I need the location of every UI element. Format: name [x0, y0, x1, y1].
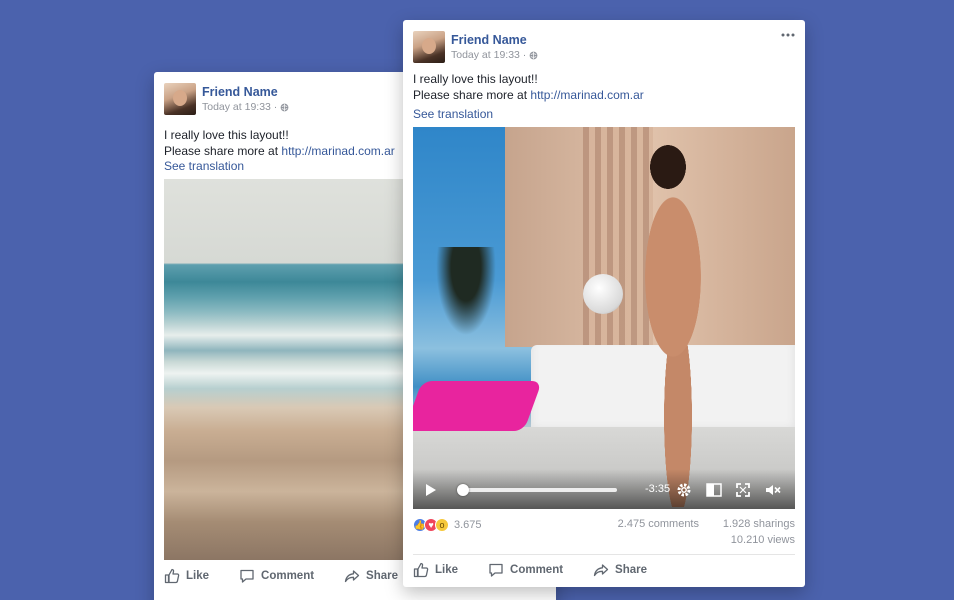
post-actions: Like Comment Share: [413, 558, 677, 582]
mute-icon[interactable]: [764, 481, 782, 499]
post-text-line: I really love this layout!!: [164, 128, 289, 142]
post-text: I really love this layout!! Please share…: [164, 128, 395, 159]
friend-name-link[interactable]: Friend Name: [451, 32, 538, 48]
post-meta: Friend Name Today at 19:33 ·: [202, 84, 289, 114]
share-button[interactable]: Share: [593, 562, 647, 578]
post-text-line: I really love this layout!!: [413, 72, 538, 86]
front-post-card: Friend Name Today at 19:33 · I really lo…: [403, 20, 805, 587]
comment-icon: [489, 563, 503, 577]
post-header: Friend Name Today at 19:33 ·: [164, 82, 289, 116]
pip-icon[interactable]: [705, 481, 723, 499]
post-meta: Friend Name Today at 19:33 ·: [451, 32, 538, 62]
share-label: Share: [615, 564, 648, 576]
share-icon: [593, 564, 609, 577]
comment-label: Comment: [510, 564, 564, 576]
post-text-prefix: Please share more at: [164, 143, 282, 158]
video-controls: -3:35: [413, 469, 795, 509]
like-button[interactable]: Like: [164, 568, 209, 584]
post-text-prefix: Please share more at: [413, 87, 531, 102]
friend-name-link[interactable]: Friend Name: [202, 84, 289, 100]
reaction-count: 3.675: [454, 519, 482, 531]
comment-button[interactable]: Comment: [239, 568, 314, 584]
share-label: Share: [366, 570, 399, 582]
fullscreen-icon[interactable]: [734, 481, 752, 499]
timestamp[interactable]: Today at 19:33 ·: [202, 100, 277, 114]
shares-count[interactable]: 1.928 sharings: [723, 518, 795, 530]
comment-icon: [240, 569, 254, 583]
comment-button[interactable]: Comment: [488, 562, 563, 578]
post-actions: Like Comment Share: [164, 564, 428, 588]
video-frame-person: [608, 127, 748, 507]
wow-reaction-icon: o: [435, 518, 449, 532]
post-link[interactable]: http://marinad.com.ar: [281, 144, 394, 158]
post-time: Today at 19:33 ·: [202, 100, 289, 114]
like-label: Like: [186, 570, 210, 582]
avatar[interactable]: [413, 31, 445, 63]
see-translation-link[interactable]: See translation: [164, 159, 244, 173]
post-link[interactable]: http://marinad.com.ar: [530, 88, 643, 102]
globe-icon: [529, 51, 538, 59]
thumbs-up-icon: [164, 568, 180, 584]
progress-scrubber[interactable]: [457, 484, 469, 496]
like-button[interactable]: Like: [413, 562, 458, 578]
globe-icon: [280, 103, 289, 111]
views-count: 10.210 views: [730, 534, 795, 546]
settings-icon[interactable]: [675, 481, 693, 499]
play-icon[interactable]: [425, 483, 437, 497]
more-options-icon[interactable]: [781, 32, 795, 38]
like-label: Like: [435, 564, 459, 576]
reactions-summary[interactable]: 👍 ♥ o 3.675: [413, 518, 482, 532]
video-frame-ball: [583, 274, 623, 314]
post-text: I really love this layout!! Please share…: [413, 72, 644, 103]
video-progress-bar[interactable]: [457, 484, 617, 496]
post-header: Friend Name Today at 19:33 ·: [413, 30, 538, 64]
share-icon: [344, 570, 360, 583]
post-text-line: Please share more at http://marinad.com.…: [164, 144, 395, 160]
see-translation-link[interactable]: See translation: [413, 107, 493, 121]
post-time: Today at 19:33 ·: [451, 48, 538, 62]
time-remaining: -3:35: [645, 483, 671, 495]
thumbs-up-icon: [413, 562, 429, 578]
comment-label: Comment: [261, 570, 315, 582]
post-text-line: Please share more at http://marinad.com.…: [413, 88, 644, 104]
comments-count[interactable]: 2.475 comments: [618, 518, 699, 530]
video-frame-palm: [431, 247, 501, 347]
share-button[interactable]: Share: [344, 568, 398, 584]
video-frame-pink-float: [413, 381, 543, 431]
post-video[interactable]: -3:35: [413, 127, 795, 509]
timestamp[interactable]: Today at 19:33 ·: [451, 48, 526, 62]
divider: [413, 554, 795, 555]
post-stats: 👍 ♥ o 3.675 2.475 comments 1.928 sharing…: [413, 515, 795, 555]
avatar[interactable]: [164, 83, 196, 115]
